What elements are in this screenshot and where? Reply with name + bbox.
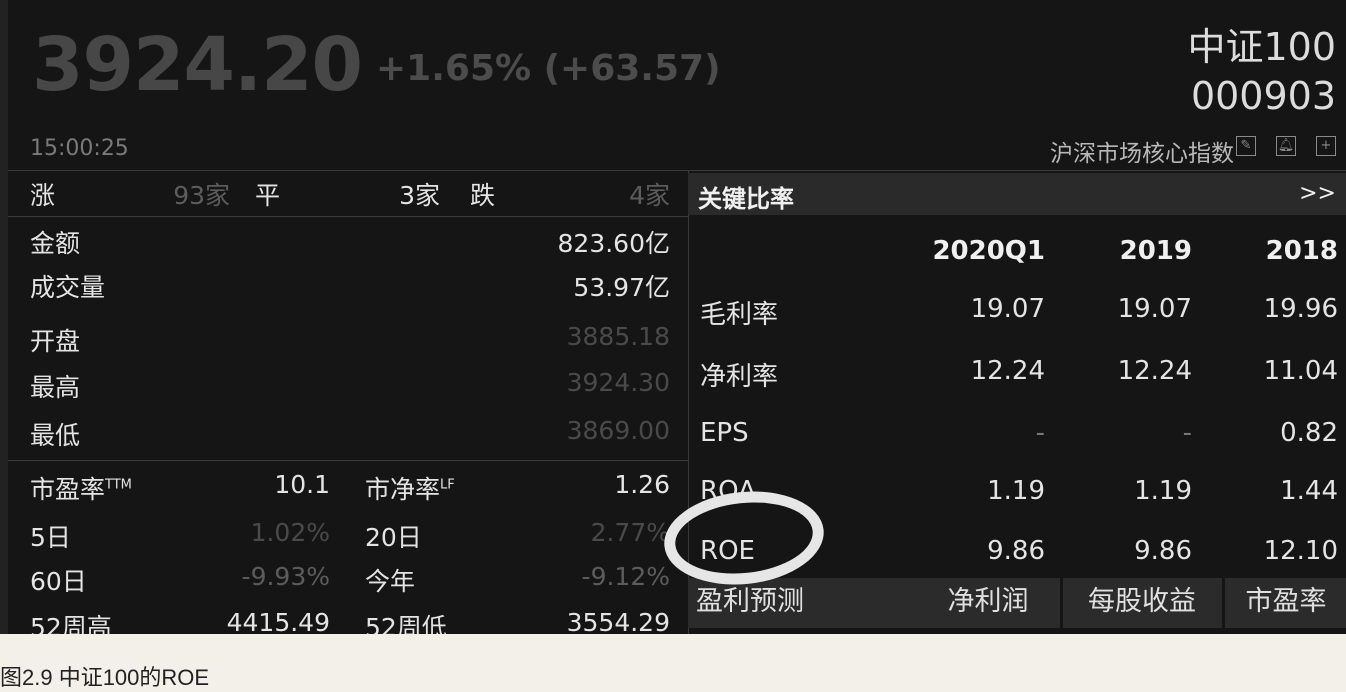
- 5d-label: 5日: [30, 523, 71, 552]
- open-value: 3885.18: [566, 322, 670, 351]
- net-margin-label: 净利率: [700, 362, 779, 392]
- eps-2018: 0.82: [1280, 418, 1338, 448]
- amount-label: 金额: [30, 229, 81, 258]
- quote-divider: [8, 460, 688, 461]
- more-button[interactable]: >>: [1299, 181, 1336, 206]
- tab-separator: [1222, 578, 1225, 628]
- amount-value: 823.60亿: [557, 229, 670, 258]
- flat-label: 平: [255, 181, 281, 210]
- flat-count: 3家: [399, 181, 440, 210]
- roe-highlight-circle: [659, 483, 829, 593]
- tab-earnings-forecast[interactable]: 盈利预测: [690, 578, 916, 628]
- gross-margin-2020q1: 19.07: [970, 294, 1045, 324]
- net-margin-2020q1: 12.24: [970, 356, 1045, 386]
- col-2018: 2018: [1265, 236, 1338, 266]
- high-label: 最高: [30, 373, 81, 402]
- key-ratios-title: 关键比率: [698, 185, 794, 213]
- add-icon[interactable]: +: [1316, 136, 1336, 156]
- quote-panel: 3924.20 +1.65% (+63.57) 15:00:25 中证100 0…: [0, 0, 1346, 634]
- pe-label: 市盈率TTM: [30, 475, 132, 504]
- roe-2018: 12.10: [1263, 536, 1338, 566]
- left-border: [0, 0, 8, 634]
- index-name: 中证100: [1187, 25, 1336, 69]
- eps-2020q1: -: [1035, 418, 1045, 448]
- roe-2020q1: 9.86: [987, 536, 1045, 566]
- 20d-label: 20日: [365, 523, 422, 552]
- low-value: 3869.00: [566, 416, 670, 445]
- 20d-value: 2.77%: [590, 518, 670, 547]
- index-code: 000903: [1190, 74, 1336, 118]
- eps-2019: -: [1182, 418, 1192, 448]
- gross-margin-2019: 19.07: [1117, 294, 1192, 324]
- edit-icon[interactable]: ✎: [1236, 136, 1256, 156]
- 52w-high-label: 52周高: [30, 613, 112, 634]
- pe-value: 10.1: [274, 470, 330, 499]
- index-price: 3924.20: [32, 22, 363, 108]
- roa-2019: 1.19: [1134, 476, 1192, 506]
- 60d-value: -9.93%: [241, 562, 330, 591]
- 52w-high-value: 4415.49: [226, 608, 330, 634]
- up-count: 93家: [173, 181, 230, 210]
- volume-value: 53.97亿: [573, 273, 670, 302]
- ytd-label: 今年: [365, 567, 416, 596]
- roa-2020q1: 1.19: [987, 476, 1045, 506]
- gross-margin-2018: 19.96: [1263, 294, 1338, 324]
- tab-eps[interactable]: 每股收益: [1064, 578, 1220, 628]
- tab-separator: [1060, 578, 1063, 628]
- tab-pe[interactable]: 市盈率: [1226, 578, 1346, 628]
- ytd-value: -9.12%: [581, 562, 670, 591]
- update-time: 15:00:25: [30, 136, 129, 161]
- 60d-label: 60日: [30, 567, 87, 596]
- net-margin-2019: 12.24: [1117, 356, 1192, 386]
- bell-icon[interactable]: 🔔︎: [1276, 136, 1296, 156]
- col-2020q1: 2020Q1: [932, 236, 1045, 266]
- net-margin-2018: 11.04: [1263, 356, 1338, 386]
- down-count: 4家: [629, 181, 670, 210]
- low-label: 最低: [30, 421, 81, 450]
- tab-net-profit[interactable]: 净利润: [920, 578, 1056, 628]
- up-label: 涨: [30, 181, 56, 210]
- down-label: 跌: [470, 181, 496, 210]
- gross-margin-label: 毛利率: [700, 300, 779, 330]
- roa-2018: 1.44: [1280, 476, 1338, 506]
- figure-caption: 图2.9 中证100的ROE: [0, 665, 210, 690]
- key-ratios-header: 关键比率 >>: [688, 173, 1346, 215]
- index-description: 沪深市场核心指数: [1050, 141, 1234, 167]
- open-label: 开盘: [30, 327, 81, 356]
- pb-value: 1.26: [614, 470, 670, 499]
- pb-label: 市净率LF: [365, 475, 455, 504]
- col-2019: 2019: [1119, 236, 1192, 266]
- price-change: +1.65% (+63.57): [376, 48, 721, 89]
- 5d-value: 1.02%: [250, 518, 330, 547]
- eps-label: EPS: [700, 418, 749, 448]
- 52w-low-value: 3554.29: [566, 608, 670, 634]
- 52w-low-label: 52周低: [365, 613, 447, 634]
- header-divider: [8, 170, 1346, 171]
- breadth-divider: [8, 216, 688, 217]
- volume-label: 成交量: [30, 273, 106, 302]
- roe-2019: 9.86: [1134, 536, 1192, 566]
- high-value: 3924.30: [566, 368, 670, 397]
